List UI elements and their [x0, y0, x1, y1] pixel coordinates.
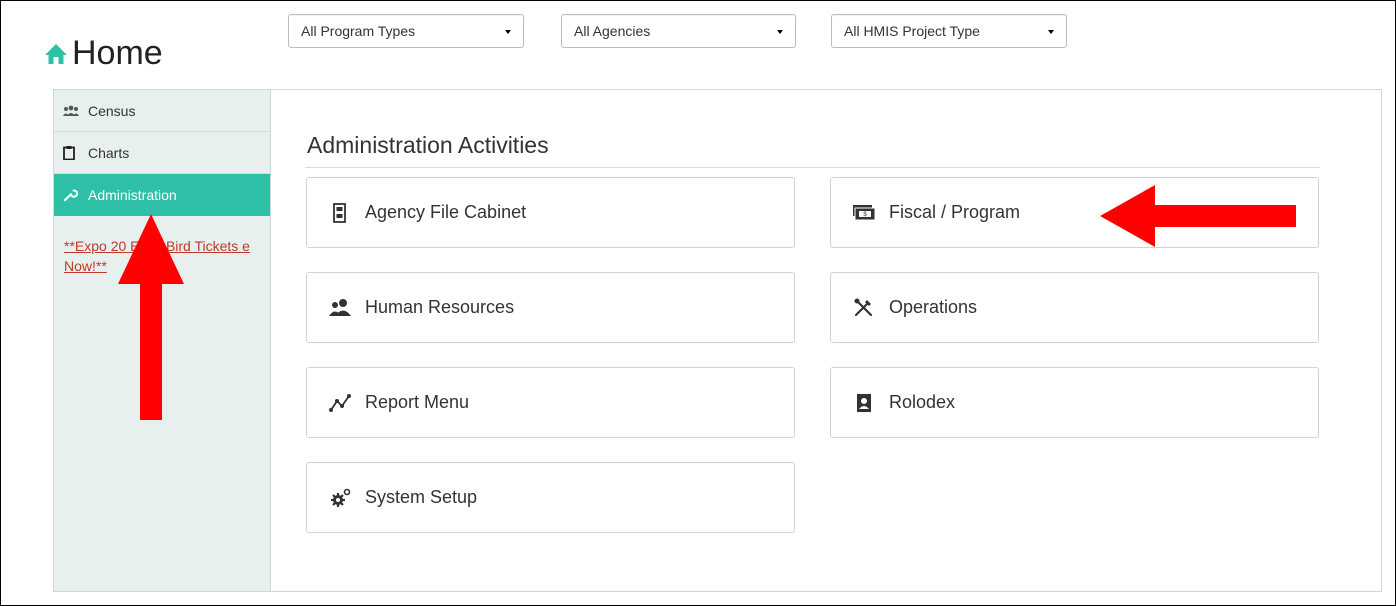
sidebar-item-administration[interactable]: Administration	[54, 174, 270, 216]
agency-filter-value: All Agencies	[574, 23, 651, 39]
people-icon	[329, 298, 351, 316]
tile-label: Rolodex	[889, 392, 956, 412]
tile-rolodex[interactable]: Rolodex	[830, 367, 1319, 438]
tile-label: Agency File Cabinet	[365, 202, 527, 222]
sidebar-item-charts[interactable]: Charts	[54, 132, 270, 174]
sidebar-item-label: Administration	[88, 186, 177, 203]
gears-icon	[331, 488, 351, 507]
tile-human-resources[interactable]: Human Resources	[306, 272, 795, 343]
wrench-icon	[63, 189, 79, 201]
chevron-down-icon	[777, 30, 783, 34]
tile-operations[interactable]: Operations	[830, 272, 1319, 343]
tile-system-setup[interactable]: System Setup	[306, 462, 795, 533]
sidebar-item-census[interactable]: Census	[54, 90, 270, 132]
file-cabinet-icon	[333, 202, 346, 223]
section-heading: Administration Activities	[307, 132, 549, 158]
contact-book-icon	[857, 393, 871, 412]
divider	[305, 167, 1320, 168]
annotation-arrow-up	[118, 214, 184, 420]
tile-label: System Setup	[365, 487, 478, 507]
tile-label: Operations	[889, 297, 978, 317]
chevron-down-icon	[505, 30, 511, 34]
tile-label: Report Menu	[365, 392, 470, 412]
page-title-text: Home	[72, 34, 163, 72]
tile-agency-file-cabinet[interactable]: Agency File Cabinet	[306, 177, 795, 248]
hmis-project-type-filter[interactable]: All HMIS Project Type	[831, 14, 1067, 48]
chart-line-icon	[329, 393, 351, 412]
home-icon	[45, 43, 67, 64]
money-icon: $	[853, 204, 875, 220]
main-panel: Census Charts Administration **Expo 20 E…	[53, 89, 1382, 592]
tile-label: Human Resources	[365, 297, 515, 317]
hmis-project-type-filter-value: All HMIS Project Type	[844, 23, 980, 39]
tile-report-menu[interactable]: Report Menu	[306, 367, 795, 438]
sidebar-item-label: Charts	[88, 144, 130, 161]
chevron-down-icon	[1048, 30, 1054, 34]
agency-filter[interactable]: All Agencies	[561, 14, 796, 48]
program-type-filter[interactable]: All Program Types	[288, 14, 524, 48]
tools-icon	[854, 298, 873, 316]
people-icon	[63, 105, 79, 116]
page-title: Home	[44, 34, 163, 73]
sidebar-item-label: Census	[88, 102, 136, 119]
annotation-arrow-left	[1100, 185, 1296, 247]
program-type-filter-value: All Program Types	[301, 23, 416, 39]
clipboard-icon	[63, 145, 75, 160]
tile-label: Fiscal / Program	[889, 202, 1021, 222]
